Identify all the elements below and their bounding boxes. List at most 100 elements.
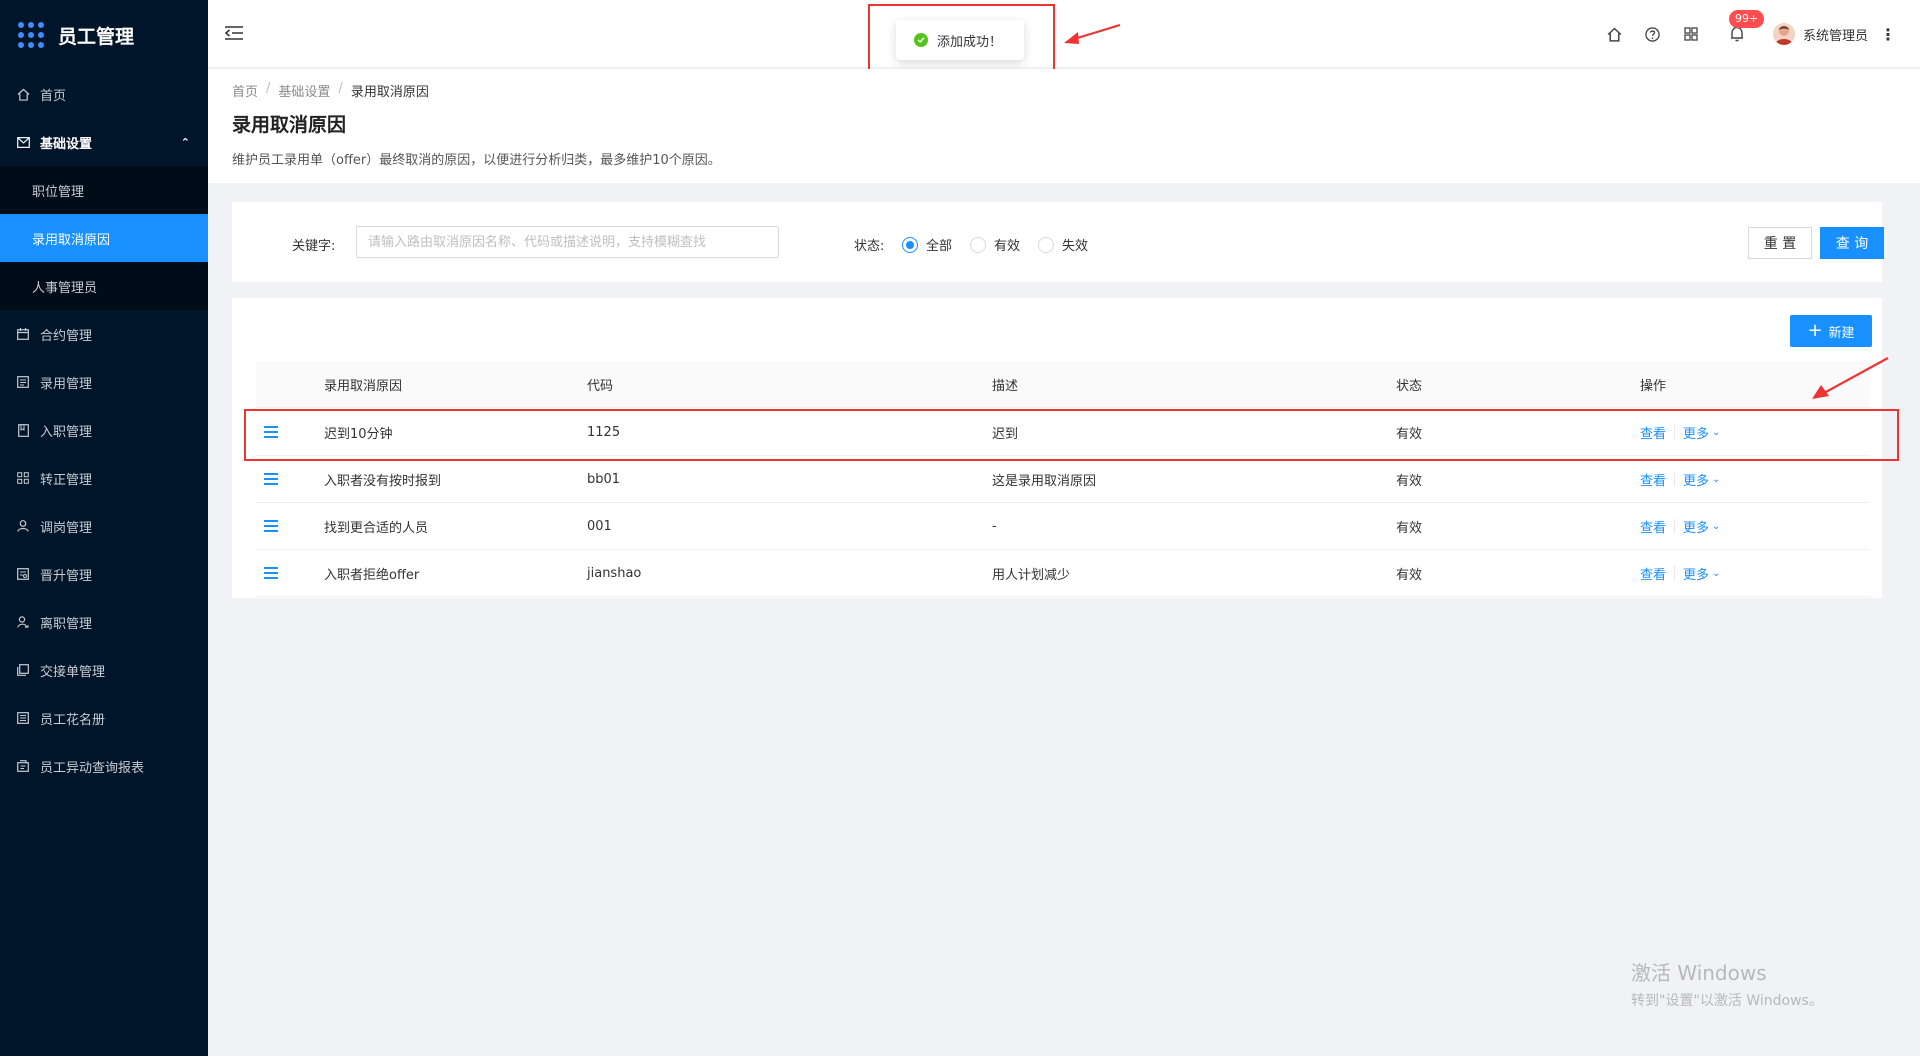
breadcrumb-home[interactable]: 首页 (232, 81, 258, 100)
filter-panel: 关键字: 状态: 全部 有效 失效 重 置 查 询 (232, 202, 1884, 282)
help-icon[interactable] (1643, 24, 1663, 44)
column-header: 操作 (1640, 379, 1667, 394)
sidebar-item-change-report[interactable]: 员工异动查询报表 (0, 742, 208, 790)
sidebar-item-resignation[interactable]: 离职管理 (0, 598, 208, 646)
sidebar-item-transfer[interactable]: 调岗管理 (0, 502, 208, 550)
plus-icon: + (1807, 320, 1823, 341)
drag-handle-icon (264, 567, 278, 579)
submenu-basic-settings: 职位管理 录用取消原因 人事管理员 (0, 166, 208, 310)
calendar-icon (15, 326, 31, 342)
query-button[interactable]: 查 询 (1820, 227, 1884, 259)
sidebar-item-label: 录用管理 (40, 376, 93, 392)
report-icon (15, 758, 31, 774)
view-link[interactable]: 查看 (1640, 564, 1666, 583)
more-link[interactable]: 更多 (1683, 517, 1709, 536)
page-header: 首页 / 基础设置 / 录用取消原因 录用取消原因 维护员工录用单（offer）… (208, 69, 1920, 183)
sidebar-item-promotion[interactable]: 晋升管理 (0, 550, 208, 598)
new-button-label: 新建 (1828, 325, 1855, 341)
sidebar-item-hr-admins[interactable]: 人事管理员 (0, 262, 208, 310)
cell-status: 有效 (1396, 473, 1423, 489)
home-icon[interactable] (1605, 24, 1625, 44)
drag-handle[interactable] (264, 503, 278, 549)
view-link[interactable]: 查看 (1640, 517, 1666, 536)
audit-icon (15, 566, 31, 582)
sidebar: 员工管理 首页 基础设置 ⌃ 职位管理 录用取消原因 人事管理员 合约管理 录用… (0, 0, 208, 1056)
grid-icon (15, 470, 31, 486)
more-vertical-icon[interactable]: ⋮ (1880, 25, 1896, 44)
chevron-down-icon[interactable]: ⌄ (1712, 474, 1720, 485)
cell-code: jianshao (587, 565, 642, 581)
sidebar-item-hiring[interactable]: 录用管理 (0, 358, 208, 406)
sidebar-item-positions[interactable]: 职位管理 (0, 166, 208, 214)
radio-label: 全部 (926, 239, 953, 254)
bell-icon[interactable]: 99+ (1727, 10, 1765, 44)
sidebar-item-label: 交接单管理 (40, 664, 106, 680)
divider (1674, 472, 1676, 486)
breadcrumb: 首页 / 基础设置 / 录用取消原因 (232, 81, 1920, 100)
sidebar-item-label: 员工异动查询报表 (40, 760, 145, 776)
sidebar-item-label: 入职管理 (40, 424, 93, 440)
watermark-title: 激活 Windows (1631, 961, 1767, 985)
sidebar-item-basic-settings[interactable]: 基础设置 ⌃ (0, 118, 208, 166)
sidebar-item-label: 人事管理员 (32, 280, 98, 296)
apps-icon[interactable] (1681, 24, 1701, 44)
view-link[interactable]: 查看 (1640, 470, 1666, 489)
sidebar-item-regularization[interactable]: 转正管理 (0, 454, 208, 502)
annotation-arrow-icon (1064, 23, 1121, 44)
sidebar-item-onboarding[interactable]: 入职管理 (0, 406, 208, 454)
more-link[interactable]: 更多 (1683, 470, 1709, 489)
sidebar-item-handover[interactable]: 交接单管理 (0, 646, 208, 694)
header-actions: 99+ 系统管理员 ⋮ (1587, 10, 1896, 50)
drag-handle[interactable] (264, 456, 278, 502)
breadcrumb-basic-settings[interactable]: 基础设置 (278, 81, 330, 100)
sidebar-item-home[interactable]: 首页 (0, 70, 208, 118)
keyword-input[interactable] (356, 226, 779, 258)
cell-actions: 查看 更多 ⌄ (1640, 456, 1720, 502)
sidebar-item-offer-cancel-reasons[interactable]: 录用取消原因 (0, 214, 208, 262)
status-radio-valid[interactable]: 有效 (970, 235, 1020, 254)
sidebar-item-roster[interactable]: 员工花名册 (0, 694, 208, 742)
sidebar-item-label: 员工花名册 (40, 712, 106, 728)
status-radio-all[interactable]: 全部 (902, 235, 952, 254)
sidebar-item-label: 转正管理 (40, 472, 93, 488)
sidebar-item-label: 首页 (40, 88, 67, 104)
radio-label: 有效 (994, 239, 1021, 254)
menu-fold-icon[interactable] (224, 25, 244, 43)
username[interactable]: 系统管理员 (1803, 25, 1868, 44)
reset-button[interactable]: 重 置 (1748, 227, 1812, 259)
status-radio-invalid[interactable]: 失效 (1038, 235, 1088, 254)
keyword-label: 关键字: (292, 239, 336, 254)
radio-dot (970, 236, 986, 253)
drag-handle[interactable] (264, 550, 278, 596)
sidebar-item-label: 离职管理 (40, 616, 93, 632)
table-row[interactable]: 入职者没有按时报到 bb01 这是录用取消原因 有效 查看 更多 ⌄ (256, 456, 1870, 503)
breadcrumb-separator: / (266, 81, 271, 96)
sidebar-item-contracts[interactable]: 合约管理 (0, 310, 208, 358)
mail-icon (15, 134, 31, 150)
document-icon (15, 422, 31, 438)
cell-code: bb01 (587, 471, 621, 487)
cell-reason: 入职者没有按时报到 (324, 473, 442, 489)
chevron-down-icon[interactable]: ⌄ (1712, 568, 1720, 579)
cell-actions: 查看 更多 ⌄ (1640, 503, 1720, 549)
chevron-up-icon: ⌃ (180, 135, 190, 149)
app-logo[interactable]: 员工管理 (0, 0, 208, 70)
new-button[interactable]: + 新建 (1790, 315, 1872, 347)
sidebar-item-label: 调岗管理 (40, 520, 93, 536)
divider (1674, 566, 1676, 580)
more-link[interactable]: 更多 (1683, 564, 1709, 583)
table-row[interactable]: 入职者拒绝offer jianshao 用人计划减少 有效 查看 更多 ⌄ (256, 550, 1870, 597)
table-row[interactable]: 找到更合适的人员 001 - 有效 查看 更多 ⌄ (256, 503, 1870, 550)
column-header: 录用取消原因 (324, 379, 403, 394)
radio-label: 失效 (1062, 239, 1089, 254)
sidebar-item-label: 晋升管理 (40, 568, 93, 584)
avatar[interactable] (1772, 23, 1795, 45)
cell-actions: 查看 更多 ⌄ (1640, 550, 1720, 596)
roster-icon (15, 710, 31, 726)
copy-icon (15, 662, 31, 678)
breadcrumb-separator: / (338, 81, 343, 96)
chevron-down-icon[interactable]: ⌄ (1712, 521, 1720, 532)
app-title: 员工管理 (58, 25, 135, 48)
radio-dot (902, 236, 918, 253)
sidebar-item-label: 合约管理 (40, 328, 93, 344)
